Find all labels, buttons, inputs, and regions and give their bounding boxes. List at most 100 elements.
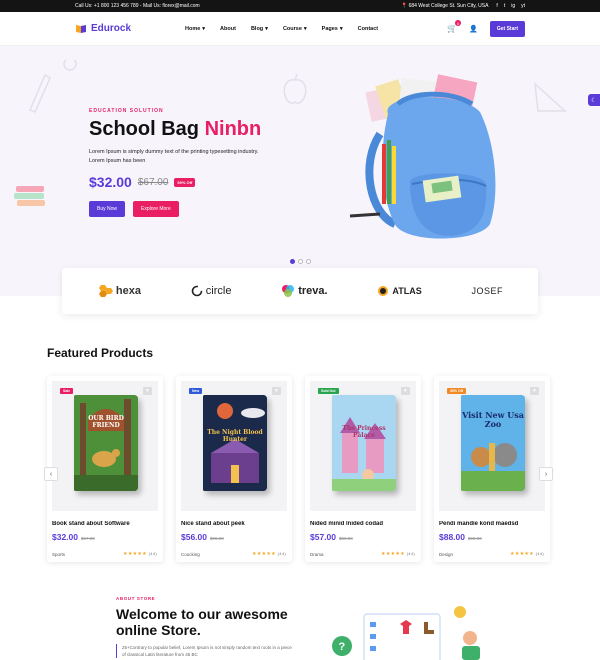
treva-logo-icon: [282, 285, 295, 297]
chevron-down-icon: ▾: [265, 25, 268, 32]
product-title[interactable]: Nided minid lnided codad: [310, 521, 416, 527]
top-bar: Call Us: +1 800 123 456 789 - Mail Us: f…: [0, 0, 600, 12]
chevron-down-icon: ▾: [202, 25, 206, 32]
product-title[interactable]: Book stand about Software: [52, 521, 158, 527]
product-footer: Sports ★★★★★ (44): [52, 551, 157, 557]
product-tag: New: [189, 388, 203, 394]
product-category[interactable]: Drama: [310, 552, 324, 557]
product-card[interactable]: Sale ♥ OUR BIRD FRIEND Book stand about …: [47, 376, 163, 562]
main-nav: Home ▾ About Blog ▾ Course ▾ Pages ▾ Contact: [185, 26, 378, 32]
moon-icon: ☾: [591, 97, 597, 104]
product-footer: Drama ★★★★★ (44): [310, 551, 415, 557]
get-start-button[interactable]: Get Start: [489, 20, 525, 37]
online-store-illustration: ?: [332, 606, 480, 660]
cart-count-badge: 0: [455, 20, 462, 26]
brand-josef[interactable]: JOSEF: [472, 286, 504, 296]
product-card[interactable]: New ♥ The Night Blood Hunter Nice stand …: [176, 376, 292, 562]
book-cover: OUR BIRD FRIEND: [74, 395, 138, 491]
logo-text: Edurock: [91, 23, 132, 34]
book-title: Visit New Usa Zoo: [462, 410, 524, 429]
about-title: Welcome to our awesome online Store.: [116, 606, 288, 638]
heart-icon[interactable]: ♥: [530, 387, 539, 395]
product-category[interactable]: Design: [439, 552, 453, 557]
theme-toggle-button[interactable]: ☾: [588, 94, 600, 106]
heart-icon[interactable]: ♥: [272, 387, 281, 395]
atlas-logo-icon: [378, 286, 389, 296]
rating-stars: ★★★★★ (44): [252, 551, 286, 557]
book-cover: Visit New Usa Zoo: [461, 395, 525, 491]
current-price: $32.00: [89, 174, 132, 190]
product-image: Sale ♥ OUR BIRD FRIEND: [52, 381, 158, 511]
decorative-pencil-icon: [29, 60, 77, 113]
hero-description: Lorem Ipsum is simply dummy text of the …: [89, 149, 259, 164]
user-icon[interactable]: 👤: [469, 25, 478, 33]
carousel-next-button[interactable]: ›: [539, 467, 553, 481]
slider-dot[interactable]: [290, 259, 295, 264]
product-tag: Sale: [60, 388, 74, 394]
product-price: $57.00 $86.00: [310, 532, 353, 542]
decorative-triangle-icon: [534, 82, 567, 112]
brand-hexa[interactable]: hexa: [97, 284, 141, 298]
rating-stars: ★★★★★ (44): [123, 551, 157, 557]
twitter-icon[interactable]: t: [504, 3, 505, 9]
main-navbar: Edurock Home ▾ About Blog ▾ Course ▾ Pages ▾…: [0, 12, 600, 46]
chevron-down-icon: ▾: [303, 25, 307, 32]
book-cover-art: [74, 395, 138, 491]
youtube-icon[interactable]: yt: [521, 3, 525, 9]
explore-more-button[interactable]: Explore More: [133, 201, 179, 217]
slider-dot[interactable]: [298, 259, 303, 264]
chevron-left-icon: ‹: [49, 470, 53, 478]
product-price: $88.00 $99.00: [439, 532, 482, 542]
nav-contact[interactable]: Contact: [358, 26, 378, 32]
hero-price: $32.00 $67.00 50% Off: [89, 174, 196, 190]
featured-products-title: Featured Products: [47, 346, 154, 360]
instagram-icon[interactable]: ig: [511, 3, 515, 9]
book-title: OUR BIRD FRIEND: [88, 415, 124, 429]
slider-dot[interactable]: [306, 259, 311, 264]
discount-badge: 50% Off: [174, 177, 196, 187]
product-category[interactable]: Sports: [52, 552, 65, 557]
address: 📍 684 West College St. Sun City, USA: [400, 3, 489, 9]
carousel-prev-button[interactable]: ‹: [44, 467, 58, 481]
rating-stars: ★★★★★ (44): [381, 551, 415, 557]
nav-about[interactable]: About: [220, 26, 236, 32]
nav-course[interactable]: Course ▾: [283, 26, 307, 32]
site-logo[interactable]: Edurock: [75, 23, 185, 34]
nav-home[interactable]: Home ▾: [185, 26, 205, 32]
product-category[interactable]: Coocking: [181, 552, 200, 557]
brand-circle[interactable]: circle: [191, 285, 231, 297]
heart-icon[interactable]: ♥: [143, 387, 152, 395]
product-card[interactable]: Sold Out ♥ The Princess Palace Nided min…: [305, 376, 421, 562]
circle-logo-icon: [191, 285, 203, 297]
decorative-books-icon: [14, 186, 45, 206]
about-description: 25+Contrary to popular belief, Lorem Ips…: [116, 644, 296, 658]
product-footer: Design ★★★★★ (44): [439, 551, 544, 557]
hero-eyebrow: EDUCATION SOLUTION: [89, 108, 164, 114]
hero-buttons: Buy Now Explore More: [89, 201, 179, 217]
product-image: New ♥ The Night Blood Hunter: [181, 381, 287, 511]
product-carousel: Sale ♥ OUR BIRD FRIEND Book stand about …: [47, 376, 550, 562]
book-cover: The Night Blood Hunter: [203, 395, 267, 491]
nav-pages[interactable]: Pages ▾: [322, 26, 343, 32]
brand-atlas[interactable]: ATLAS: [377, 285, 422, 297]
cart-button[interactable]: 🛒 0: [447, 20, 462, 33]
heart-icon[interactable]: ♥: [401, 387, 410, 395]
nav-blog[interactable]: Blog ▾: [251, 26, 268, 32]
product-card[interactable]: 30% Off ♥ Visit New Usa Zoo Pendi mandie…: [434, 376, 550, 562]
book-title: The Princess Palace: [342, 425, 386, 439]
product-title[interactable]: Nice stand about peek: [181, 521, 287, 527]
chevron-right-icon: ›: [544, 470, 548, 478]
social-links: f t ig yt: [496, 3, 525, 9]
book-cover: The Princess Palace: [332, 395, 396, 491]
product-price: $32.00 $67.00: [52, 532, 95, 542]
product-tag: Sold Out: [318, 388, 339, 394]
hero-title: School Bag Ninbn: [89, 118, 262, 140]
product-tag: 30% Off: [447, 388, 467, 394]
facebook-icon[interactable]: f: [496, 3, 497, 9]
product-title[interactable]: Pendi mandie kond maedsd: [439, 521, 545, 527]
buy-now-button[interactable]: Buy Now: [89, 201, 126, 217]
brand-treva[interactable]: treva.: [281, 284, 328, 298]
product-price: $56.00 $95.00: [181, 532, 224, 542]
about-eyebrow: ABOUT STORE: [116, 596, 156, 601]
product-footer: Coocking ★★★★★ (44): [181, 551, 286, 557]
